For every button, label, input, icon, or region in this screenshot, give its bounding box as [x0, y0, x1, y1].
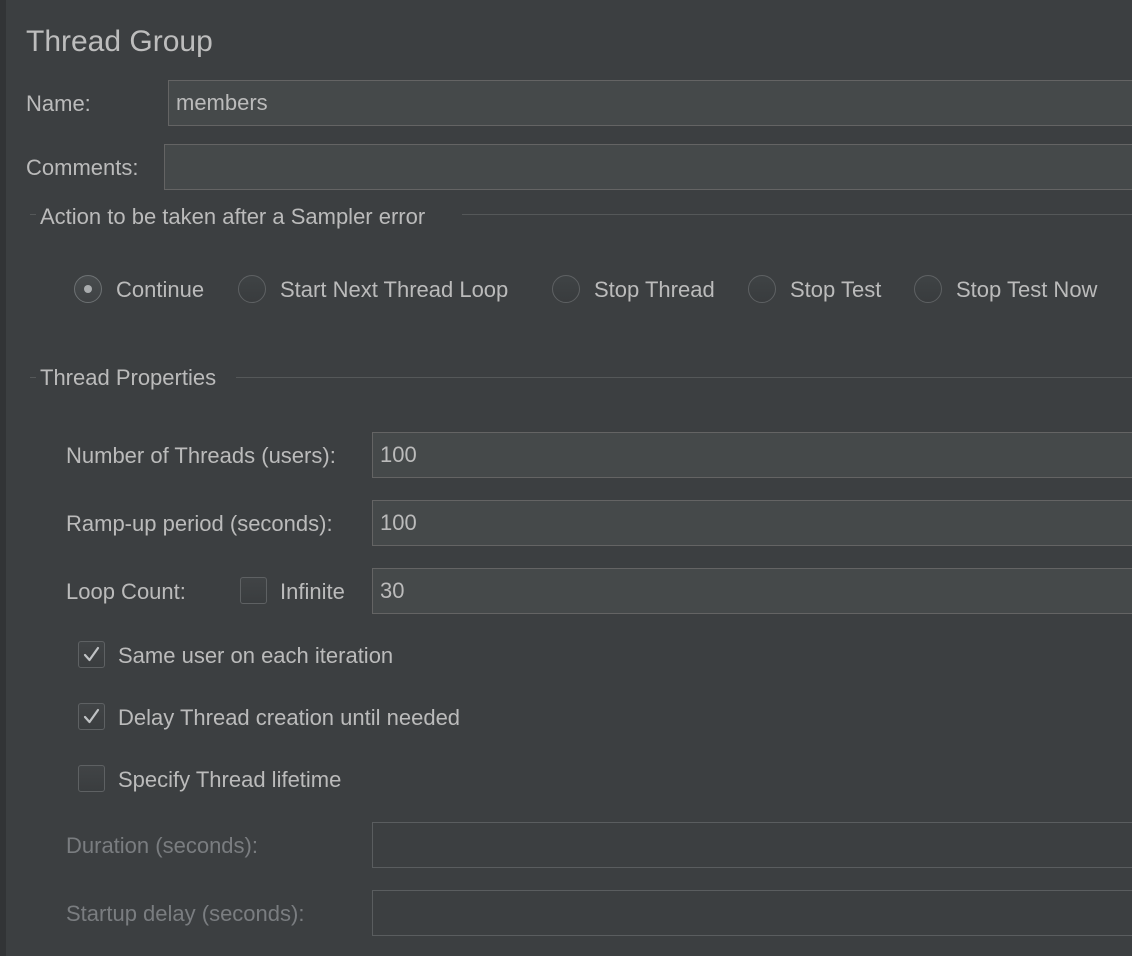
same-user-label: Same user on each iteration: [118, 643, 394, 668]
infinite-label: Infinite: [280, 579, 345, 604]
startup-delay-field[interactable]: [372, 890, 1132, 936]
startup-delay-label: Startup delay (seconds):: [66, 901, 305, 926]
loop-count-field[interactable]: [372, 568, 1132, 614]
radio-button[interactable]: [748, 275, 776, 303]
name-field[interactable]: [168, 80, 1132, 126]
radio-label: Stop Test: [790, 277, 882, 302]
rampup-label: Ramp-up period (seconds):: [66, 511, 333, 536]
thread-properties-legend: Thread Properties: [40, 365, 217, 390]
group-border-left: [30, 214, 36, 215]
checkmark-icon: [83, 708, 100, 724]
comments-field[interactable]: [164, 144, 1132, 190]
radio-dot-icon: [84, 285, 92, 293]
group-border-right: [462, 214, 1132, 215]
checkbox[interactable]: [78, 765, 105, 792]
thread-group-panel: Thread Group Name: Comments: Action to b…: [0, 0, 1132, 956]
sampler-error-legend: Action to be taken after a Sampler error: [40, 204, 426, 229]
specify-lifetime-label: Specify Thread lifetime: [118, 767, 342, 792]
group-border-right: [236, 377, 1132, 378]
radio-label: Stop Test Now: [956, 277, 1098, 302]
checkbox[interactable]: [240, 577, 267, 604]
comments-label: Comments:: [26, 155, 139, 180]
checkmark-icon: [83, 646, 100, 662]
radio-button[interactable]: [914, 275, 942, 303]
radio-button[interactable]: [238, 275, 266, 303]
radio-button[interactable]: [74, 275, 102, 303]
checkbox[interactable]: [78, 703, 105, 730]
page-title: Thread Group: [26, 25, 213, 58]
rampup-field[interactable]: [372, 500, 1132, 546]
checkbox[interactable]: [78, 641, 105, 668]
duration-label: Duration (seconds):: [66, 833, 258, 858]
name-label: Name:: [26, 91, 91, 116]
group-border-left: [30, 377, 36, 378]
threads-label: Number of Threads (users):: [66, 443, 336, 468]
radio-label: Continue: [116, 277, 205, 302]
threads-field[interactable]: [372, 432, 1132, 478]
duration-field[interactable]: [372, 822, 1132, 868]
radio-button[interactable]: [552, 275, 580, 303]
radio-label: Stop Thread: [594, 277, 715, 302]
loop-count-label: Loop Count:: [66, 579, 186, 604]
delay-thread-label: Delay Thread creation until needed: [118, 705, 461, 730]
radio-label: Start Next Thread Loop: [280, 277, 509, 302]
